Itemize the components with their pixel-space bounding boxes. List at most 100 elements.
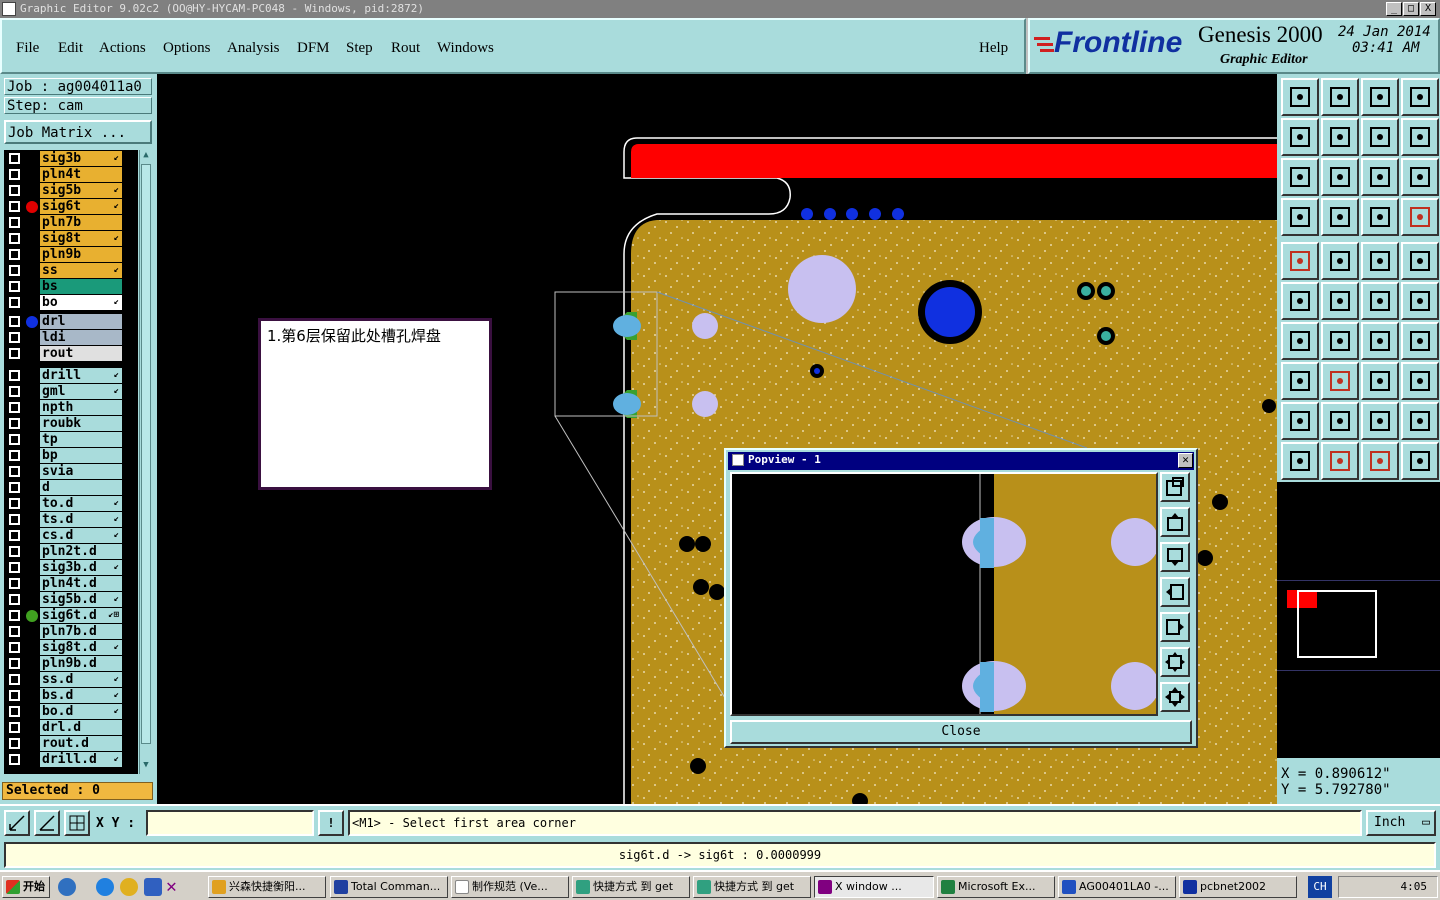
- layer-name[interactable]: bo ↙: [40, 295, 122, 310]
- layer-scrollbar[interactable]: ▲ ▼: [139, 150, 152, 774]
- layer-row[interactable]: bs.d ↙: [4, 688, 138, 703]
- layer-name[interactable]: ss ↙: [40, 263, 122, 278]
- layer-swap-icon[interactable]: [1401, 198, 1439, 236]
- layer-name[interactable]: sig5b.d ↙: [40, 592, 122, 607]
- layer-name[interactable]: pln7b: [40, 215, 122, 230]
- center-icon[interactable]: [1321, 158, 1359, 196]
- layer-checkbox[interactable]: [9, 217, 20, 228]
- layer-row[interactable]: sig8t ↙: [4, 231, 138, 246]
- layer-row[interactable]: sig3b ↙: [4, 151, 138, 166]
- split-view-icon[interactable]: [1401, 78, 1439, 116]
- layer-color-dot[interactable]: [26, 201, 38, 213]
- add-feature-icon[interactable]: [1281, 242, 1319, 280]
- layer-checkbox[interactable]: [9, 674, 20, 685]
- route-icon[interactable]: [1401, 442, 1439, 480]
- layer-checkbox[interactable]: [9, 482, 20, 493]
- layer-row[interactable]: svia: [4, 464, 138, 479]
- ratio-icon[interactable]: [1361, 158, 1399, 196]
- snap-mode-icon[interactable]: [4, 810, 30, 836]
- job-matrix-button[interactable]: Job Matrix ...: [4, 120, 152, 144]
- quicklaunch-icon-4[interactable]: [144, 878, 162, 896]
- task-9[interactable]: pcbnet2002: [1179, 876, 1297, 898]
- task-7[interactable]: Microsoft Ex...: [937, 876, 1055, 898]
- angle-icon[interactable]: [1281, 322, 1319, 360]
- layer-row[interactable]: drl.d: [4, 720, 138, 735]
- task-8[interactable]: AG00401LA0 -...: [1058, 876, 1176, 898]
- layer-name[interactable]: pln4t: [40, 167, 122, 182]
- layer-checkbox[interactable]: [9, 434, 20, 445]
- layer-name[interactable]: pln9b.d: [40, 656, 122, 671]
- layer-checkbox[interactable]: [9, 249, 20, 260]
- pad-icon[interactable]: [1401, 242, 1439, 280]
- popview-pan-left-icon[interactable]: [1160, 577, 1190, 607]
- layer-row[interactable]: bp: [4, 448, 138, 463]
- maximize-button[interactable]: □: [1403, 2, 1419, 16]
- layer-row[interactable]: sig8t.d ↙: [4, 640, 138, 655]
- layer-row[interactable]: pln4t.d: [4, 576, 138, 591]
- scroll-thumb[interactable]: [141, 164, 151, 744]
- layer-checkbox[interactable]: [9, 530, 20, 541]
- layer-name[interactable]: pln2t.d: [40, 544, 122, 559]
- overview-viewport[interactable]: [1297, 590, 1377, 658]
- layer-checkbox[interactable]: [9, 233, 20, 244]
- layer-row[interactable]: bs: [4, 279, 138, 294]
- anchor-a-icon[interactable]: [1321, 402, 1359, 440]
- layer-name[interactable]: sig6t.d ↙⊞: [40, 608, 122, 623]
- layer-compare-icon[interactable]: [1361, 198, 1399, 236]
- fit-icon[interactable]: [1281, 158, 1319, 196]
- scroll-up-icon[interactable]: ▲: [140, 150, 152, 162]
- layer-checkbox[interactable]: [9, 386, 20, 397]
- layer-row[interactable]: to.d ↙: [4, 496, 138, 511]
- layer-row[interactable]: bo.d ↙: [4, 704, 138, 719]
- layer-checkbox[interactable]: [9, 626, 20, 637]
- layer-checkbox[interactable]: [9, 706, 20, 717]
- layer-name[interactable]: cs.d ↙: [40, 528, 122, 543]
- layer-checkbox[interactable]: [9, 690, 20, 701]
- layer-row[interactable]: drill.d ↙: [4, 752, 138, 767]
- layer-name[interactable]: sig5b ↙: [40, 183, 122, 198]
- mirror-icon[interactable]: [1361, 118, 1399, 156]
- overview-panel[interactable]: [1277, 482, 1440, 758]
- layer-name[interactable]: roubk: [40, 416, 122, 431]
- layer-name[interactable]: sig8t.d ↙: [40, 640, 122, 655]
- layer-name[interactable]: npth: [40, 400, 122, 415]
- layer-name[interactable]: drill ↙: [40, 368, 122, 383]
- popview-close-icon[interactable]: ✕: [1178, 453, 1193, 468]
- settings-icon[interactable]: [1281, 198, 1319, 236]
- layer-name[interactable]: sig6t ↙: [40, 199, 122, 214]
- layer-checkbox[interactable]: [9, 514, 20, 525]
- ruler-icon[interactable]: [1361, 242, 1399, 280]
- layer-name[interactable]: bs.d ↙: [40, 688, 122, 703]
- start-button[interactable]: 开始: [2, 876, 50, 898]
- layer-name[interactable]: gml ↙: [40, 384, 122, 399]
- task-4[interactable]: 快捷方式 到 get: [572, 876, 690, 898]
- layer-row[interactable]: gml ↙: [4, 384, 138, 399]
- layer-row[interactable]: ss ↙: [4, 263, 138, 278]
- layer-checkbox[interactable]: [9, 185, 20, 196]
- layer-name[interactable]: d: [40, 480, 122, 495]
- layer-name[interactable]: pln9b: [40, 247, 122, 262]
- layer-row[interactable]: sig6t ↙: [4, 199, 138, 214]
- layer-row[interactable]: ts.d ↙: [4, 512, 138, 527]
- layer-checkbox[interactable]: [9, 402, 20, 413]
- grid-mode-icon[interactable]: [64, 810, 90, 836]
- layer-row[interactable]: tp: [4, 432, 138, 447]
- node-icon[interactable]: [1401, 282, 1439, 320]
- layer-row[interactable]: pln4t: [4, 167, 138, 182]
- triangle-icon[interactable]: [1281, 402, 1319, 440]
- arc-icon[interactable]: [1361, 322, 1399, 360]
- app-icon[interactable]: [2, 2, 16, 16]
- layer-row[interactable]: pln2t.d: [4, 544, 138, 559]
- alert-icon[interactable]: !: [318, 810, 344, 836]
- pan-down-icon[interactable]: [1321, 78, 1359, 116]
- layer-row[interactable]: drill ↙: [4, 368, 138, 383]
- popview-close-button[interactable]: Close: [730, 720, 1192, 744]
- layer-checkbox[interactable]: [9, 498, 20, 509]
- home-icon[interactable]: [1361, 78, 1399, 116]
- layer-name[interactable]: sig3b.d ↙: [40, 560, 122, 575]
- select-feature-icon[interactable]: [1281, 362, 1319, 400]
- layer-checkbox[interactable]: [9, 281, 20, 292]
- select-area-icon[interactable]: [1361, 442, 1399, 480]
- layer-row[interactable]: pln9b: [4, 247, 138, 262]
- ie-icon[interactable]: [96, 878, 114, 896]
